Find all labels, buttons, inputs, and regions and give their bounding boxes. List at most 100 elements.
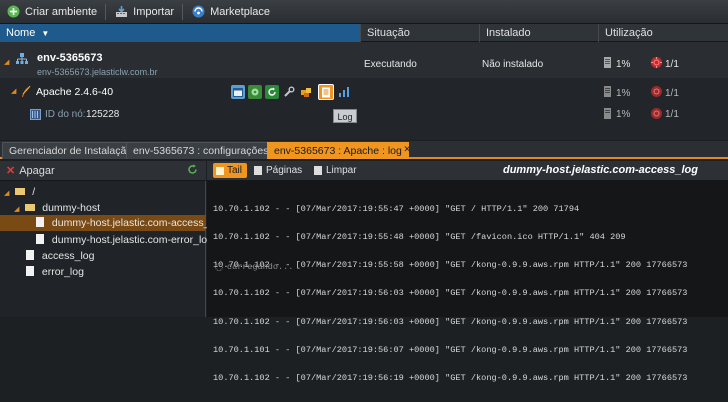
cloudlet-icon: [650, 56, 663, 72]
log-file-title: dummy-host.jelastic.com-access_log: [502, 164, 698, 176]
clear-button[interactable]: Limpar: [311, 163, 362, 178]
plus-icon: [6, 5, 20, 19]
loading-indicator: carregando...: [215, 262, 293, 272]
environment-icon: [15, 52, 29, 69]
tree-file-access-log-root[interactable]: access_log: [26, 248, 94, 264]
loading-label: carregando...: [227, 262, 294, 272]
expand-arrow-icon[interactable]: ◢: [11, 87, 16, 95]
marketplace-label: Marketplace: [210, 5, 271, 18]
column-header-installed-label: Instalado: [486, 27, 531, 39]
environment-name[interactable]: env-5365673: [37, 52, 102, 64]
file-icon: [26, 266, 34, 276]
collapse-arrow-icon: ◢: [4, 190, 10, 197]
folder-icon: [25, 204, 36, 211]
file-icon: [26, 250, 34, 260]
log-line: 10.70.1.102 - - [07/Mar/2017:19:55:47 +0…: [213, 203, 580, 214]
node-usage-percent: 1%: [616, 109, 631, 120]
node-usage-count: 1/1: [665, 109, 679, 120]
tree-node-label: /: [32, 186, 36, 198]
tree-file-error-log[interactable]: dummy-host.jelastic.com-error_log: [36, 232, 213, 248]
cloudlet-icon: [650, 107, 663, 123]
column-header-usage[interactable]: Utilização: [598, 24, 728, 42]
apache-row[interactable]: ◢ Apache 2.4.6-40 1% 1/1: [0, 80, 728, 104]
environment-url-link[interactable]: env-5365673.jelasticlw.com.br: [37, 67, 158, 77]
tree-node-label: access_log: [41, 250, 95, 262]
tail-button[interactable]: Tail: [213, 163, 248, 178]
column-header-status-label: Situação: [367, 27, 410, 39]
log-content: 10.70.1.102 - - [07/Mar/2017:19:55:47 +0…: [213, 186, 725, 402]
column-header-usage-label: Utilização: [605, 27, 653, 39]
main-toolbar: Criar ambiente Importar Marketplace: [0, 0, 728, 24]
cloudlet-icon: [650, 85, 663, 101]
apache-feather-icon: [20, 85, 32, 101]
refresh-icon[interactable]: [187, 164, 198, 178]
log-line: 10.70.1.101 - - [07/Mar/2017:19:56:07 +0…: [213, 344, 688, 355]
restart-icon[interactable]: [265, 85, 279, 99]
tree-root-folder[interactable]: ◢ /: [4, 184, 35, 200]
log-tooltip: Log: [333, 109, 357, 123]
create-environment-button[interactable]: Criar ambiente: [0, 0, 103, 24]
disk-icon: [603, 57, 612, 71]
pages-label: Páginas: [266, 165, 303, 176]
node-row[interactable]: ID do nó: 125228 1% 1/1: [0, 105, 728, 125]
tree-file-access-log[interactable]: dummy-host.jelastic.com-access_log: [0, 215, 223, 231]
toolbar-divider: [105, 3, 107, 20]
log-line: 10.70.1.102 - - [07/Mar/2017:19:56:03 +0…: [213, 288, 688, 299]
tree-file-error-log-root[interactable]: error_log: [26, 264, 84, 280]
column-header-name[interactable]: Nome ▼: [0, 24, 360, 42]
apache-node-name[interactable]: Apache 2.4.6-40: [36, 86, 113, 98]
tail-icon: [216, 166, 224, 175]
column-header-status[interactable]: Situação: [360, 24, 479, 42]
clear-icon: [314, 166, 322, 175]
file-icon: [36, 234, 44, 244]
pages-button[interactable]: Páginas: [251, 163, 307, 178]
environment-row[interactable]: ◢ env-5365673 env-5365673.jelasticlw.com…: [0, 42, 728, 78]
sort-desc-icon: ▼: [41, 29, 50, 38]
tree-node-label: dummy-host.jelastic.com-error_log: [51, 234, 213, 246]
tail-label: Tail: [227, 165, 243, 176]
environment-installed: Não instalado: [482, 59, 544, 70]
disk-icon: [603, 86, 612, 100]
node-id-label: ID do nó:: [45, 109, 86, 120]
tree-node-label: error_log: [41, 266, 84, 278]
log-icon[interactable]: [318, 84, 334, 100]
statistics-icon[interactable]: [337, 85, 351, 99]
file-tree-toolbar: ✕ Apagar: [0, 161, 206, 181]
add-ons-icon[interactable]: [299, 85, 313, 99]
tab-label: env-5365673 : Apache : log: [274, 145, 402, 157]
close-tab-icon[interactable]: ✕: [403, 141, 411, 158]
open-browser-icon[interactable]: [231, 85, 245, 99]
apache-usage-percent: 1%: [616, 88, 631, 99]
clear-label: Limpar: [326, 165, 357, 176]
wrench-icon[interactable]: [282, 85, 296, 99]
tab-environment-settings[interactable]: env-5365673 : configurações ✕: [126, 142, 277, 159]
import-button[interactable]: Importar: [108, 0, 180, 24]
config-icon[interactable]: [248, 85, 262, 99]
tab-installation-manager[interactable]: Gerenciador de Instalação: [2, 142, 140, 159]
pages-icon: [254, 166, 262, 175]
bottom-tab-bar: Gerenciador de Instalação env-5365673 : …: [0, 141, 728, 159]
environment-status: Executando: [364, 59, 417, 70]
spinner-icon: [215, 263, 223, 271]
tree-folder-dummy-host[interactable]: ◢ dummy-host: [14, 200, 100, 216]
environment-usage-count: 1/1: [665, 59, 679, 70]
marketplace-icon: [191, 5, 205, 19]
expand-arrow-icon[interactable]: ◢: [4, 58, 9, 66]
column-header-installed[interactable]: Instalado: [479, 24, 598, 42]
apache-usage-count: 1/1: [665, 88, 679, 99]
column-header-name-label: Nome: [6, 27, 36, 39]
delete-button[interactable]: ✕ Apagar: [6, 164, 55, 178]
tab-label: env-5365673 : configurações: [133, 145, 269, 157]
tab-apache-log[interactable]: env-5365673 : Apache : log ✕: [267, 141, 411, 159]
environment-grid-header: Nome ▼ Situação Instalado Utilização: [0, 24, 728, 42]
log-line: 10.70.1.102 - - [07/Mar/2017:19:55:48 +0…: [213, 232, 626, 243]
marketplace-button[interactable]: Marketplace: [185, 0, 276, 24]
create-environment-label: Criar ambiente: [25, 5, 98, 18]
toolbar-divider: [182, 3, 184, 20]
log-viewer-toolbar: Tail Páginas Limpar dummy-host.jelastic.…: [207, 161, 728, 181]
import-icon: [114, 5, 128, 19]
log-viewer-panel: Tail Páginas Limpar dummy-host.jelastic.…: [207, 161, 728, 383]
collapse-arrow-icon: ◢: [14, 206, 20, 213]
delete-label: Apagar: [19, 164, 55, 177]
environment-grid: ◢ env-5365673 env-5365673.jelasticlw.com…: [0, 42, 728, 140]
